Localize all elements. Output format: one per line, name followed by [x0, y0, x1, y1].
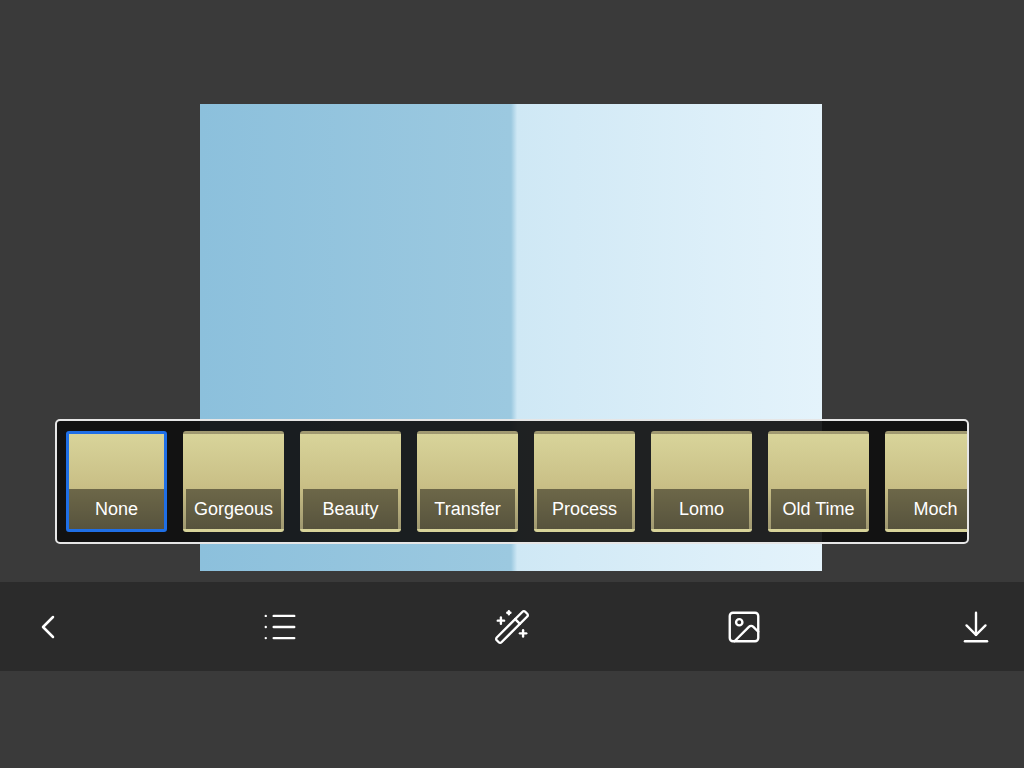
download-icon: [957, 608, 995, 646]
menu-button[interactable]: [260, 607, 300, 647]
filter-thumbnail[interactable]: Beauty: [300, 431, 401, 532]
effects-button[interactable]: [492, 607, 532, 647]
filter-label: Moch: [888, 489, 969, 529]
filter-strip[interactable]: None Gorgeous Beauty Transfer Process Lomo Old…: [55, 419, 969, 544]
filter-thumbnail[interactable]: None: [66, 431, 167, 532]
filter-label: Process: [537, 489, 632, 529]
filter-thumbnail[interactable]: Gorgeous: [183, 431, 284, 532]
filter-label: Transfer: [420, 489, 515, 529]
filter-label: Gorgeous: [186, 489, 281, 529]
toolbar: [0, 582, 1024, 671]
image-button[interactable]: [724, 607, 764, 647]
filter-label: Beauty: [303, 489, 398, 529]
download-button[interactable]: [956, 607, 996, 647]
image-icon: [725, 608, 763, 646]
filter-thumbnail[interactable]: Process: [534, 431, 635, 532]
photo-editor: None Gorgeous Beauty Transfer Process Lomo Old…: [0, 0, 1024, 768]
filter-label: Old Time: [771, 489, 866, 529]
back-button[interactable]: [28, 607, 68, 647]
magic-wand-icon: [493, 608, 531, 646]
bottom-area: [0, 671, 1024, 768]
canvas-area: None Gorgeous Beauty Transfer Process Lomo Old…: [0, 0, 1024, 582]
filter-label: Lomo: [654, 489, 749, 529]
filter-label: None: [69, 489, 164, 529]
filter-thumbnail[interactable]: Lomo: [651, 431, 752, 532]
chevron-left-icon: [28, 605, 68, 649]
filter-thumbnail[interactable]: Old Time: [768, 431, 869, 532]
list-icon: [261, 608, 299, 646]
filter-thumbnail[interactable]: Transfer: [417, 431, 518, 532]
filter-thumbnail[interactable]: Moch: [885, 431, 969, 532]
